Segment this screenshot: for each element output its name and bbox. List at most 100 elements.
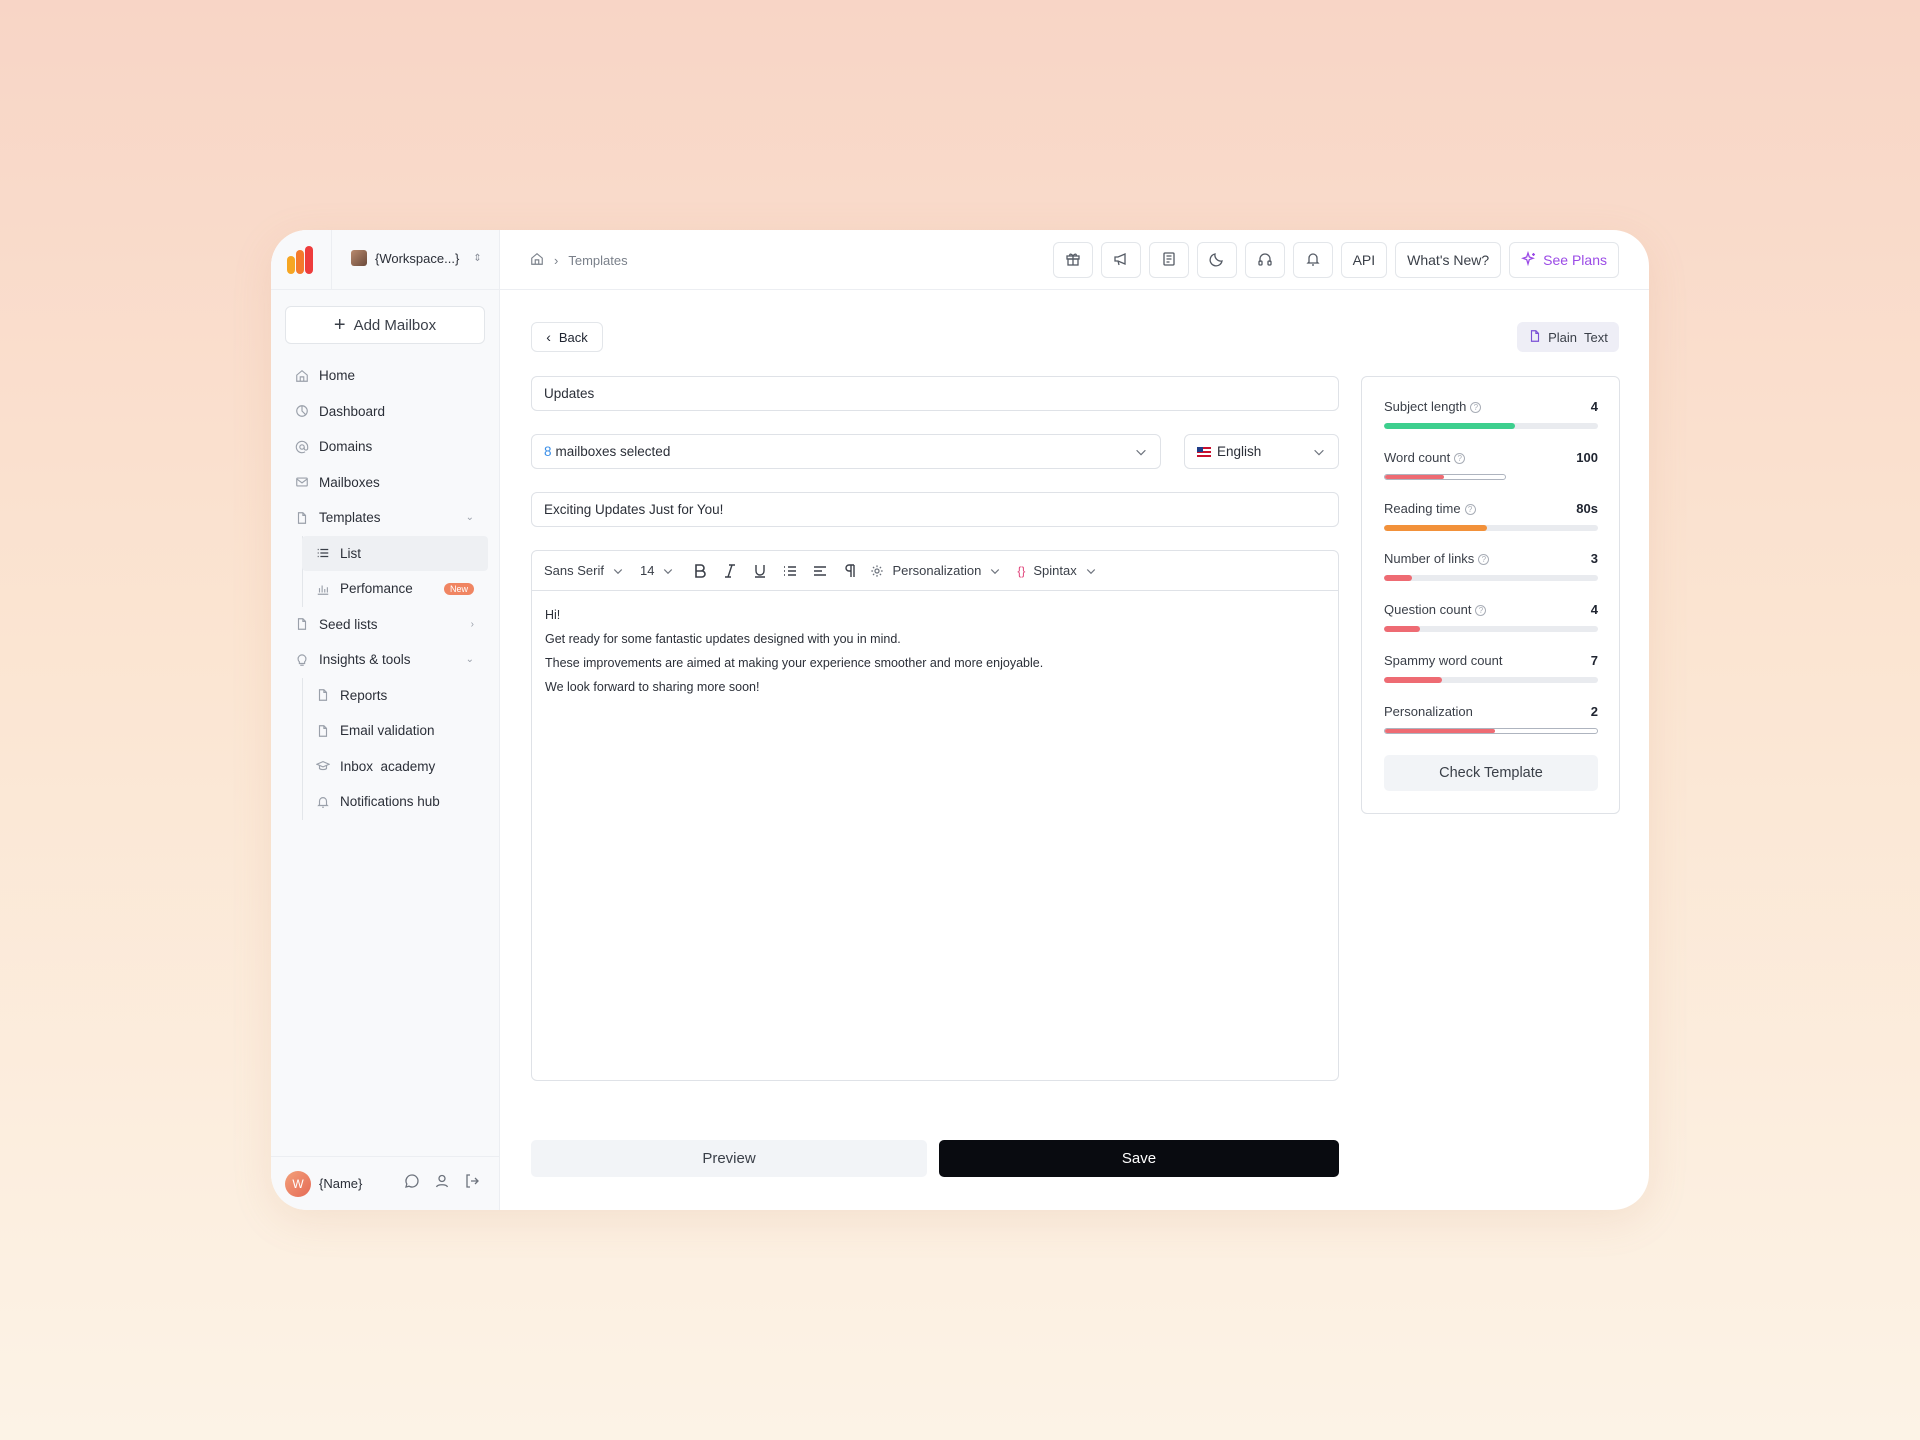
save-button[interactable]: Save [939,1140,1339,1177]
sidebar-item-list[interactable]: List [302,535,488,571]
gift-icon [1065,251,1081,270]
templates-submenu: List Perfomance New [271,535,500,607]
api-button[interactable]: API [1340,242,1388,278]
italic-icon[interactable] [720,561,740,581]
notifications-button[interactable] [1292,242,1333,278]
workspace-name: {Workspace...} [375,250,460,266]
sidebar-item-label: Domains [319,439,373,455]
metric-bar-fill [1384,423,1515,429]
file-icon [295,511,309,525]
sidebar-item-mailboxes[interactable]: Mailboxes [271,465,500,501]
check-template-button[interactable]: Check Template [1384,755,1598,791]
sidebar-item-home[interactable]: Home [271,358,500,394]
app-logo[interactable] [287,246,317,274]
personalization-select[interactable]: Personalization [870,563,1001,578]
mailboxes-select[interactable]: 8 mailboxes selected [531,434,1161,469]
chevron-left-icon: ‹ [546,329,551,345]
metric-row: Spammy word count 7 [1384,653,1598,683]
avatar[interactable]: W [285,1170,311,1197]
underline-icon[interactable] [750,561,770,581]
logout-icon[interactable] [464,1173,480,1194]
sidebar-item-seed-lists[interactable]: Seed lists › [271,607,500,643]
document-icon [1161,251,1177,270]
sidebar-item-email-validation[interactable]: Email validation [271,713,500,749]
sidebar-item-inbox-academy[interactable]: Inbox academy [271,749,500,785]
metric-bar-fill [1384,524,1487,531]
font-size-value: 14 [639,563,655,578]
language-select[interactable]: English [1184,434,1339,469]
font-family-value: Sans Serif [544,563,604,578]
personalization-label: Personalization [892,563,982,578]
sidebar-item-label: Dashboard [319,403,386,419]
align-left-icon[interactable] [810,561,830,581]
gift-button[interactable] [1052,242,1093,278]
spintax-select[interactable]: {} Spintax [1017,563,1096,578]
chart-icon [316,582,330,596]
sidebar-item-performance[interactable]: Perfomance New [271,571,500,607]
paragraph-icon[interactable] [840,561,860,581]
moon-icon [1209,251,1225,270]
breadcrumb-current[interactable]: Templates [568,253,627,268]
metric-bar-fill [1384,626,1421,633]
us-flag-icon [1197,446,1211,457]
workspace-switcher[interactable]: {Workspace...} ⇕ [351,250,482,266]
metric-value: 7 [1590,653,1598,668]
body-line: Hi! [545,608,561,622]
chat-icon[interactable] [404,1173,420,1194]
sidebar-item-domains[interactable]: Domains [271,429,500,465]
megaphone-icon [1113,251,1129,270]
help-icon[interactable]: ? [1475,605,1487,617]
announcements-button[interactable] [1100,242,1141,278]
preview-button[interactable]: Preview [531,1140,927,1177]
plain-text-button[interactable]: Plain Text [1517,322,1619,352]
body-line: Get ready for some fantastic updates des… [545,632,901,646]
help-icon[interactable]: ? [1470,402,1482,413]
list-icon [316,546,330,560]
sidebar-item-label: Insights & tools [319,652,411,668]
user-icon[interactable] [434,1173,450,1194]
file-icon [316,688,330,702]
template-name-input[interactable]: Updates [531,376,1339,411]
braces-icon: {} [1017,563,1026,578]
subject-input[interactable]: Exciting Updates Just for You! [531,492,1339,527]
academy-icon [316,759,330,773]
sidebar-header: {Workspace...} ⇕ [271,230,499,290]
theme-toggle-button[interactable] [1196,242,1237,278]
font-family-select[interactable]: Sans Serif [544,563,624,578]
help-icon[interactable]: ? [1478,554,1490,566]
docs-button[interactable] [1148,242,1189,278]
metric-value: 80s [1576,500,1598,516]
sidebar-item-insights[interactable]: Insights & tools ⌄ [271,642,500,678]
help-icon[interactable]: ? [1454,452,1466,464]
sidebar-item-label: Reports [340,687,388,703]
sidebar-item-label: List [340,545,362,561]
back-button[interactable]: ‹ Back [531,322,603,352]
sidebar-item-templates[interactable]: Templates ⌄ [271,500,500,536]
plus-icon: + [333,314,346,336]
sidebar-item-label: Email validation [340,723,435,739]
chevron-down-icon [991,568,1000,574]
font-size-select[interactable]: 14 [640,563,674,578]
home-icon[interactable] [530,252,544,269]
metric-label: Number of links [1384,551,1475,567]
metric-value: 100 [1576,449,1598,465]
help-icon[interactable]: ? [1464,503,1476,515]
chevron-down-icon [1312,445,1326,459]
email-body[interactable]: Hi! Get ready for some fantastic updates… [532,591,1338,711]
bold-icon[interactable] [690,561,710,581]
sidebar-nav: Home Dashboard Domains Mailboxes Templat… [271,358,500,820]
sidebar-item-reports[interactable]: Reports [271,678,500,714]
body-line: These improvements are aimed at making y… [545,656,1044,670]
add-mailbox-button[interactable]: + Add Mailbox [285,306,485,344]
support-button[interactable] [1244,242,1285,278]
metric-label: Word count [1384,449,1451,465]
whats-new-button[interactable]: What's New? [1395,242,1502,278]
sidebar-item-dashboard[interactable]: Dashboard [271,394,500,430]
editor-toolbar: Sans Serif 14 Personalization {} Spintax [532,551,1338,591]
bullet-list-icon[interactable] [780,561,800,581]
see-plans-label: See Plans [1543,252,1607,268]
see-plans-button[interactable]: See Plans [1509,242,1619,278]
sidebar-item-notifications-hub[interactable]: Notifications hub [271,784,500,820]
sidebar-item-label: Home [319,368,356,384]
metric-bar-fill [1384,677,1442,683]
